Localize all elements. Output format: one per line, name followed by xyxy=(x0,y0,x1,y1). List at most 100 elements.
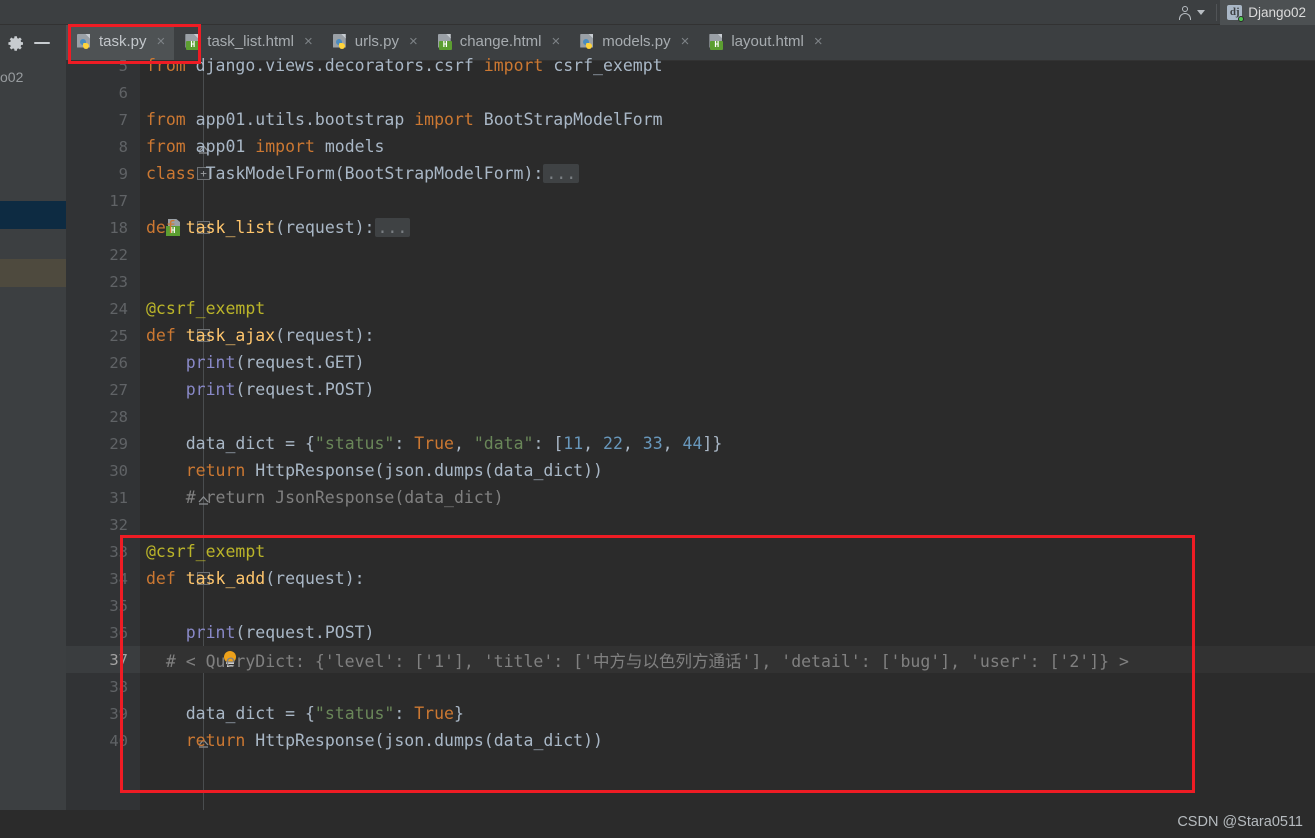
line-number: 17 xyxy=(109,191,128,210)
user-avatar-icon xyxy=(1178,5,1193,20)
code-line[interactable]: 23 xyxy=(66,268,1315,295)
code-line[interactable]: 30 return HttpResponse(json.dumps(data_d… xyxy=(66,457,1315,484)
close-icon[interactable]: × xyxy=(811,34,823,49)
code-line[interactable]: 29 data_dict = {"status": True, "data": … xyxy=(66,430,1315,457)
html-file-icon: H xyxy=(437,33,453,50)
code-text: @csrf_exempt xyxy=(146,542,266,562)
line-number: 25 xyxy=(109,326,128,345)
code-text: def task_ajax(request): xyxy=(146,326,375,346)
code-text: from app01 import models xyxy=(146,137,385,157)
code-text: # < QueryDict: {'level': ['1'], 'title':… xyxy=(146,651,1129,671)
line-number: 28 xyxy=(109,407,128,426)
tab-label: task.py xyxy=(99,33,147,50)
close-icon[interactable]: × xyxy=(678,34,690,49)
status-bar xyxy=(0,810,1315,838)
code-text: print(request.POST) xyxy=(185,380,375,400)
project-selected-row[interactable] xyxy=(0,201,66,229)
chevron-down-icon xyxy=(1197,10,1206,15)
code-text: data_dict = {"status": True} xyxy=(146,704,464,724)
code-line[interactable]: 17 xyxy=(66,187,1315,214)
line-number: 35 xyxy=(109,596,128,615)
line-number: 7 xyxy=(118,110,128,129)
run-configuration-selector[interactable]: dj Django02 xyxy=(1220,0,1315,25)
watermark: CSDN @Stara0511 xyxy=(1177,814,1303,830)
code-line[interactable]: 7 from app01.utils.bootstrap import BootS… xyxy=(66,106,1315,133)
code-editor[interactable]: 5 from django.views.decorators.csrf impor… xyxy=(66,56,1315,838)
close-icon[interactable]: × xyxy=(548,34,560,49)
code-text: def task_add(request): xyxy=(146,569,365,589)
line-number: 30 xyxy=(109,461,128,480)
minus-icon[interactable] xyxy=(34,41,50,45)
code-text: print(request.GET) xyxy=(185,353,365,373)
code-text: def task_list(request):... xyxy=(146,218,411,238)
project-node-label: o02 xyxy=(0,69,24,85)
tab-label: change.html xyxy=(459,33,542,50)
code-line[interactable]: 28 xyxy=(66,403,1315,430)
left-toolbar xyxy=(0,25,66,61)
line-number: 32 xyxy=(109,515,128,534)
code-line[interactable]: 8 from app01 import models xyxy=(66,133,1315,160)
code-line[interactable]: 9 + class TaskModelForm(BootStrapModelForm… xyxy=(66,160,1315,187)
close-icon[interactable]: × xyxy=(406,34,418,49)
html-file-icon: H xyxy=(709,33,724,50)
project-row[interactable] xyxy=(0,229,66,259)
code-line[interactable]: 5 from django.views.decorators.csrf impor… xyxy=(66,52,1315,79)
code-content[interactable]: 5 from django.views.decorators.csrf impor… xyxy=(66,56,1315,838)
code-text: return HttpResponse(json.dumps(data_dict… xyxy=(185,461,603,481)
code-line[interactable]: 26 print(request.GET) xyxy=(66,349,1315,376)
python-file-icon xyxy=(77,33,92,50)
code-text: from app01.utils.bootstrap import BootSt… xyxy=(146,110,663,130)
code-line[interactable]: 35 xyxy=(66,592,1315,619)
line-number: 5 xyxy=(118,56,128,75)
line-number: 39 xyxy=(109,704,128,723)
code-line[interactable]: 40 return HttpResponse(json.dumps(data_d… xyxy=(66,727,1315,754)
code-line[interactable]: 32 xyxy=(66,511,1315,538)
user-account-button[interactable] xyxy=(1170,0,1213,25)
code-line[interactable]: 39 data_dict = {"status": True} xyxy=(66,700,1315,727)
code-line[interactable]: 33 @csrf_exempt xyxy=(66,538,1315,565)
code-line[interactable]: 37 # < QueryDict: {'level': ['1'], 'titl… xyxy=(66,646,1315,674)
title-bar-right-controls: dj Django02 xyxy=(1170,0,1315,25)
django-config-icon: dj xyxy=(1227,5,1245,22)
line-number: 33 xyxy=(109,542,128,561)
line-number: 24 xyxy=(109,299,128,318)
code-text: data_dict = {"status": True, "data": [11… xyxy=(146,434,723,454)
line-number: 9 xyxy=(118,164,128,183)
line-number: 6 xyxy=(118,83,128,102)
code-text: # return JsonResponse(data_dict) xyxy=(146,488,504,508)
tab-label: task_list.html xyxy=(207,33,294,50)
line-number: 36 xyxy=(109,623,128,642)
code-line[interactable]: 22 xyxy=(66,241,1315,268)
project-modified-row[interactable] xyxy=(0,259,66,287)
code-text: @csrf_exempt xyxy=(146,299,266,319)
code-line[interactable]: 27 print(request.POST) xyxy=(66,376,1315,403)
gear-icon[interactable] xyxy=(8,35,25,52)
line-number: 40 xyxy=(109,731,128,750)
python-file-icon xyxy=(580,33,595,50)
line-number: 31 xyxy=(109,488,128,507)
code-line[interactable]: 31 # return JsonResponse(data_dict) xyxy=(66,484,1315,511)
close-icon[interactable]: × xyxy=(154,34,166,49)
project-panel: o02 xyxy=(0,61,66,838)
tab-label: models.py xyxy=(602,33,671,50)
line-number: 29 xyxy=(109,434,128,453)
line-number: 38 xyxy=(109,677,128,696)
code-line[interactable]: 34− def task_add(request): xyxy=(66,565,1315,592)
code-line[interactable]: 25− def task_ajax(request): xyxy=(66,322,1315,349)
toolbar-divider xyxy=(1216,4,1218,21)
python-file-icon xyxy=(332,33,348,50)
close-icon[interactable]: × xyxy=(301,34,313,49)
run-configuration-label: Django02 xyxy=(1248,5,1306,20)
code-text: print(request.POST) xyxy=(185,623,375,643)
code-line[interactable]: 36 print(request.POST) xyxy=(66,619,1315,646)
line-number: 8 xyxy=(118,137,128,156)
code-text: from django.views.decorators.csrf import… xyxy=(146,56,663,76)
code-line[interactable]: 24 @csrf_exempt xyxy=(66,295,1315,322)
line-number: 23 xyxy=(109,272,128,291)
code-text: return HttpResponse(json.dumps(data_dict… xyxy=(185,731,603,751)
code-line[interactable]: 6 xyxy=(66,79,1315,106)
code-line[interactable]: 18 H + def task_list(request):... xyxy=(66,214,1315,241)
code-line[interactable]: 38 xyxy=(66,673,1315,700)
line-number: 27 xyxy=(109,380,128,399)
line-number: 18 xyxy=(109,218,128,237)
